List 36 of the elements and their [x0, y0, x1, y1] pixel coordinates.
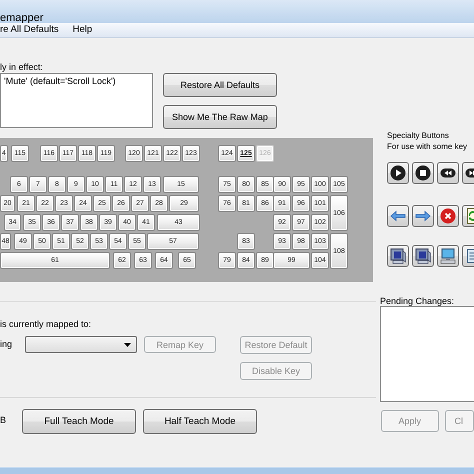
stop-x-button[interactable] — [437, 205, 459, 227]
full-teach-mode-button[interactable]: Full Teach Mode — [22, 409, 136, 434]
monitor-button[interactable] — [387, 245, 409, 267]
group-title: Specialty Buttons — [387, 130, 450, 141]
monitor-button[interactable] — [412, 245, 434, 267]
half-teach-mode-button[interactable]: Half Teach Mode — [143, 409, 257, 434]
forward-arrow-icon — [415, 208, 431, 224]
restore-defaults-button[interactable]: Restore All Defaults — [163, 73, 277, 97]
forward-arrow-button[interactable] — [412, 205, 434, 227]
back-arrow-icon — [390, 208, 406, 224]
monitor-icon — [390, 248, 406, 264]
mappings-list[interactable]: 'Mute' (default='Scroll Lock') — [0, 73, 153, 128]
back-arrow-button[interactable] — [387, 205, 409, 227]
key-dropdown[interactable] — [25, 336, 137, 353]
menu-item[interactable]: Help — [72, 23, 92, 37]
play-button[interactable] — [387, 162, 409, 184]
play-icon — [390, 165, 406, 181]
menu-item[interactable]: re All Defaults — [0, 23, 59, 37]
computer-icon — [440, 248, 456, 264]
caret-icon — [124, 342, 131, 346]
window-title: emapper — [0, 12, 44, 24]
stop-button[interactable] — [412, 162, 434, 184]
stop-icon — [415, 165, 431, 181]
computer-button[interactable] — [437, 245, 459, 267]
pending-label: Pending Changes: — [380, 297, 456, 306]
raw-map-button[interactable]: Show Me The Raw Map — [163, 105, 277, 129]
rewind-button[interactable] — [437, 162, 459, 184]
mapping-label: is currently mapped to: — [0, 319, 92, 330]
list-label: ly in effect: — [0, 62, 44, 73]
teach-label: B — [0, 415, 8, 426]
pending-changes-list[interactable] — [380, 306, 474, 402]
stop-x-icon — [440, 208, 456, 224]
hint-text: For use with some key — [387, 141, 468, 152]
field-label: ing — [0, 338, 14, 351]
monitor-icon — [415, 248, 431, 264]
mapping-entry[interactable]: 'Mute' (default='Scroll Lock') — [4, 76, 152, 87]
